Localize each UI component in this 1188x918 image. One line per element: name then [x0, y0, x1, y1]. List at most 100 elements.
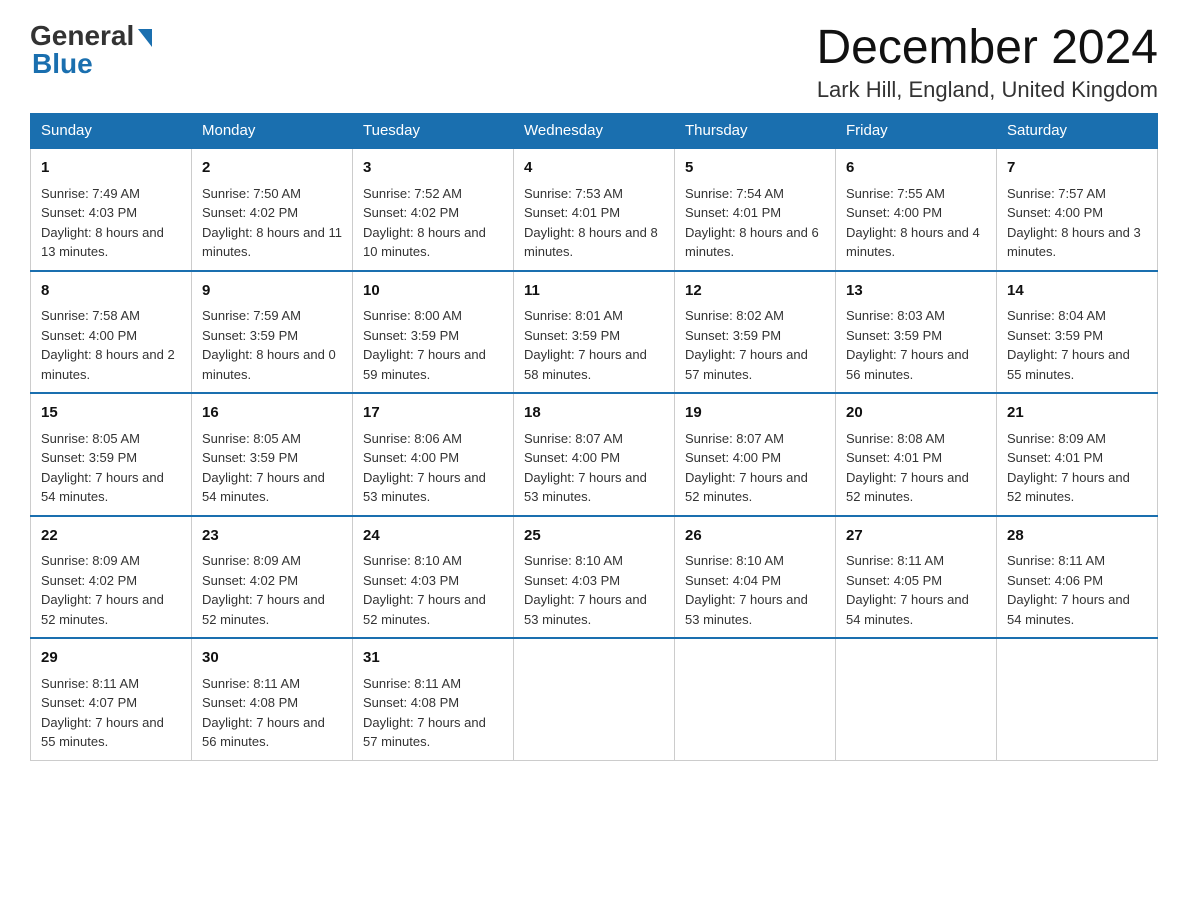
day-info: Sunrise: 8:09 AMSunset: 4:01 PMDaylight:…: [1007, 431, 1130, 505]
day-number: 14: [1007, 280, 1147, 303]
day-number: 10: [363, 280, 503, 303]
calendar-cell: 23 Sunrise: 8:09 AMSunset: 4:02 PMDaylig…: [192, 516, 353, 639]
day-number: 21: [1007, 402, 1147, 425]
day-info: Sunrise: 8:11 AMSunset: 4:08 PMDaylight:…: [202, 676, 325, 750]
day-info: Sunrise: 8:03 AMSunset: 3:59 PMDaylight:…: [846, 308, 969, 382]
calendar-cell: 26 Sunrise: 8:10 AMSunset: 4:04 PMDaylig…: [675, 516, 836, 639]
calendar-cell: 6 Sunrise: 7:55 AMSunset: 4:00 PMDayligh…: [836, 148, 997, 271]
calendar-cell: [514, 638, 675, 760]
day-number: 22: [41, 525, 181, 548]
day-number: 4: [524, 157, 664, 180]
calendar-cell: 2 Sunrise: 7:50 AMSunset: 4:02 PMDayligh…: [192, 148, 353, 271]
day-info: Sunrise: 8:11 AMSunset: 4:05 PMDaylight:…: [846, 553, 969, 627]
title-block: December 2024 Lark Hill, England, United…: [816, 20, 1158, 103]
day-info: Sunrise: 8:11 AMSunset: 4:07 PMDaylight:…: [41, 676, 164, 750]
day-number: 26: [685, 525, 825, 548]
calendar-cell: 21 Sunrise: 8:09 AMSunset: 4:01 PMDaylig…: [997, 393, 1158, 516]
day-number: 28: [1007, 525, 1147, 548]
calendar-cell: 15 Sunrise: 8:05 AMSunset: 3:59 PMDaylig…: [31, 393, 192, 516]
page-subtitle: Lark Hill, England, United Kingdom: [816, 77, 1158, 103]
weekday-header-tuesday: Tuesday: [353, 114, 514, 149]
day-info: Sunrise: 8:06 AMSunset: 4:00 PMDaylight:…: [363, 431, 486, 505]
day-number: 13: [846, 280, 986, 303]
day-info: Sunrise: 7:57 AMSunset: 4:00 PMDaylight:…: [1007, 186, 1141, 260]
calendar-cell: 28 Sunrise: 8:11 AMSunset: 4:06 PMDaylig…: [997, 516, 1158, 639]
calendar-cell: 31 Sunrise: 8:11 AMSunset: 4:08 PMDaylig…: [353, 638, 514, 760]
day-number: 16: [202, 402, 342, 425]
day-info: Sunrise: 7:59 AMSunset: 3:59 PMDaylight:…: [202, 308, 336, 382]
day-number: 19: [685, 402, 825, 425]
calendar-cell: 30 Sunrise: 8:11 AMSunset: 4:08 PMDaylig…: [192, 638, 353, 760]
day-number: 30: [202, 647, 342, 670]
weekday-header-friday: Friday: [836, 114, 997, 149]
day-info: Sunrise: 8:04 AMSunset: 3:59 PMDaylight:…: [1007, 308, 1130, 382]
calendar-cell: 13 Sunrise: 8:03 AMSunset: 3:59 PMDaylig…: [836, 271, 997, 394]
calendar-cell: 24 Sunrise: 8:10 AMSunset: 4:03 PMDaylig…: [353, 516, 514, 639]
day-number: 31: [363, 647, 503, 670]
day-info: Sunrise: 8:05 AMSunset: 3:59 PMDaylight:…: [202, 431, 325, 505]
day-number: 3: [363, 157, 503, 180]
weekday-header-sunday: Sunday: [31, 114, 192, 149]
calendar-cell: 11 Sunrise: 8:01 AMSunset: 3:59 PMDaylig…: [514, 271, 675, 394]
day-info: Sunrise: 8:10 AMSunset: 4:03 PMDaylight:…: [363, 553, 486, 627]
day-info: Sunrise: 8:00 AMSunset: 3:59 PMDaylight:…: [363, 308, 486, 382]
calendar-week-5: 29 Sunrise: 8:11 AMSunset: 4:07 PMDaylig…: [31, 638, 1158, 760]
day-info: Sunrise: 7:49 AMSunset: 4:03 PMDaylight:…: [41, 186, 164, 260]
calendar-week-3: 15 Sunrise: 8:05 AMSunset: 3:59 PMDaylig…: [31, 393, 1158, 516]
day-number: 15: [41, 402, 181, 425]
calendar-cell: [997, 638, 1158, 760]
calendar-cell: 16 Sunrise: 8:05 AMSunset: 3:59 PMDaylig…: [192, 393, 353, 516]
calendar-cell: 25 Sunrise: 8:10 AMSunset: 4:03 PMDaylig…: [514, 516, 675, 639]
calendar-cell: 1 Sunrise: 7:49 AMSunset: 4:03 PMDayligh…: [31, 148, 192, 271]
logo-blue: Blue: [30, 48, 93, 80]
day-info: Sunrise: 7:55 AMSunset: 4:00 PMDaylight:…: [846, 186, 980, 260]
day-number: 7: [1007, 157, 1147, 180]
day-number: 24: [363, 525, 503, 548]
calendar-cell: 17 Sunrise: 8:06 AMSunset: 4:00 PMDaylig…: [353, 393, 514, 516]
day-info: Sunrise: 8:02 AMSunset: 3:59 PMDaylight:…: [685, 308, 808, 382]
calendar-cell: 3 Sunrise: 7:52 AMSunset: 4:02 PMDayligh…: [353, 148, 514, 271]
calendar-cell: [675, 638, 836, 760]
calendar-cell: [836, 638, 997, 760]
calendar-cell: 10 Sunrise: 8:00 AMSunset: 3:59 PMDaylig…: [353, 271, 514, 394]
day-info: Sunrise: 8:01 AMSunset: 3:59 PMDaylight:…: [524, 308, 647, 382]
day-number: 6: [846, 157, 986, 180]
day-info: Sunrise: 8:09 AMSunset: 4:02 PMDaylight:…: [202, 553, 325, 627]
day-number: 5: [685, 157, 825, 180]
day-number: 8: [41, 280, 181, 303]
calendar-cell: 20 Sunrise: 8:08 AMSunset: 4:01 PMDaylig…: [836, 393, 997, 516]
day-info: Sunrise: 7:58 AMSunset: 4:00 PMDaylight:…: [41, 308, 175, 382]
weekday-header-thursday: Thursday: [675, 114, 836, 149]
day-number: 23: [202, 525, 342, 548]
calendar-cell: 5 Sunrise: 7:54 AMSunset: 4:01 PMDayligh…: [675, 148, 836, 271]
calendar-week-2: 8 Sunrise: 7:58 AMSunset: 4:00 PMDayligh…: [31, 271, 1158, 394]
day-info: Sunrise: 8:11 AMSunset: 4:08 PMDaylight:…: [363, 676, 486, 750]
day-number: 1: [41, 157, 181, 180]
page-title: December 2024: [816, 20, 1158, 75]
weekday-header-row: SundayMondayTuesdayWednesdayThursdayFrid…: [31, 114, 1158, 149]
calendar-table: SundayMondayTuesdayWednesdayThursdayFrid…: [30, 113, 1158, 761]
day-info: Sunrise: 8:07 AMSunset: 4:00 PMDaylight:…: [524, 431, 647, 505]
day-info: Sunrise: 8:09 AMSunset: 4:02 PMDaylight:…: [41, 553, 164, 627]
calendar-cell: 8 Sunrise: 7:58 AMSunset: 4:00 PMDayligh…: [31, 271, 192, 394]
day-info: Sunrise: 8:10 AMSunset: 4:04 PMDaylight:…: [685, 553, 808, 627]
calendar-week-4: 22 Sunrise: 8:09 AMSunset: 4:02 PMDaylig…: [31, 516, 1158, 639]
calendar-cell: 12 Sunrise: 8:02 AMSunset: 3:59 PMDaylig…: [675, 271, 836, 394]
day-info: Sunrise: 7:50 AMSunset: 4:02 PMDaylight:…: [202, 186, 342, 260]
day-info: Sunrise: 7:53 AMSunset: 4:01 PMDaylight:…: [524, 186, 658, 260]
calendar-cell: 22 Sunrise: 8:09 AMSunset: 4:02 PMDaylig…: [31, 516, 192, 639]
day-number: 11: [524, 280, 664, 303]
page-header: General Blue December 2024 Lark Hill, En…: [30, 20, 1158, 103]
weekday-header-saturday: Saturday: [997, 114, 1158, 149]
calendar-cell: 4 Sunrise: 7:53 AMSunset: 4:01 PMDayligh…: [514, 148, 675, 271]
day-info: Sunrise: 8:07 AMSunset: 4:00 PMDaylight:…: [685, 431, 808, 505]
calendar-cell: 19 Sunrise: 8:07 AMSunset: 4:00 PMDaylig…: [675, 393, 836, 516]
logo: General Blue: [30, 20, 152, 80]
weekday-header-wednesday: Wednesday: [514, 114, 675, 149]
day-info: Sunrise: 8:11 AMSunset: 4:06 PMDaylight:…: [1007, 553, 1130, 627]
calendar-cell: 29 Sunrise: 8:11 AMSunset: 4:07 PMDaylig…: [31, 638, 192, 760]
calendar-week-1: 1 Sunrise: 7:49 AMSunset: 4:03 PMDayligh…: [31, 148, 1158, 271]
day-number: 17: [363, 402, 503, 425]
day-number: 29: [41, 647, 181, 670]
day-number: 27: [846, 525, 986, 548]
